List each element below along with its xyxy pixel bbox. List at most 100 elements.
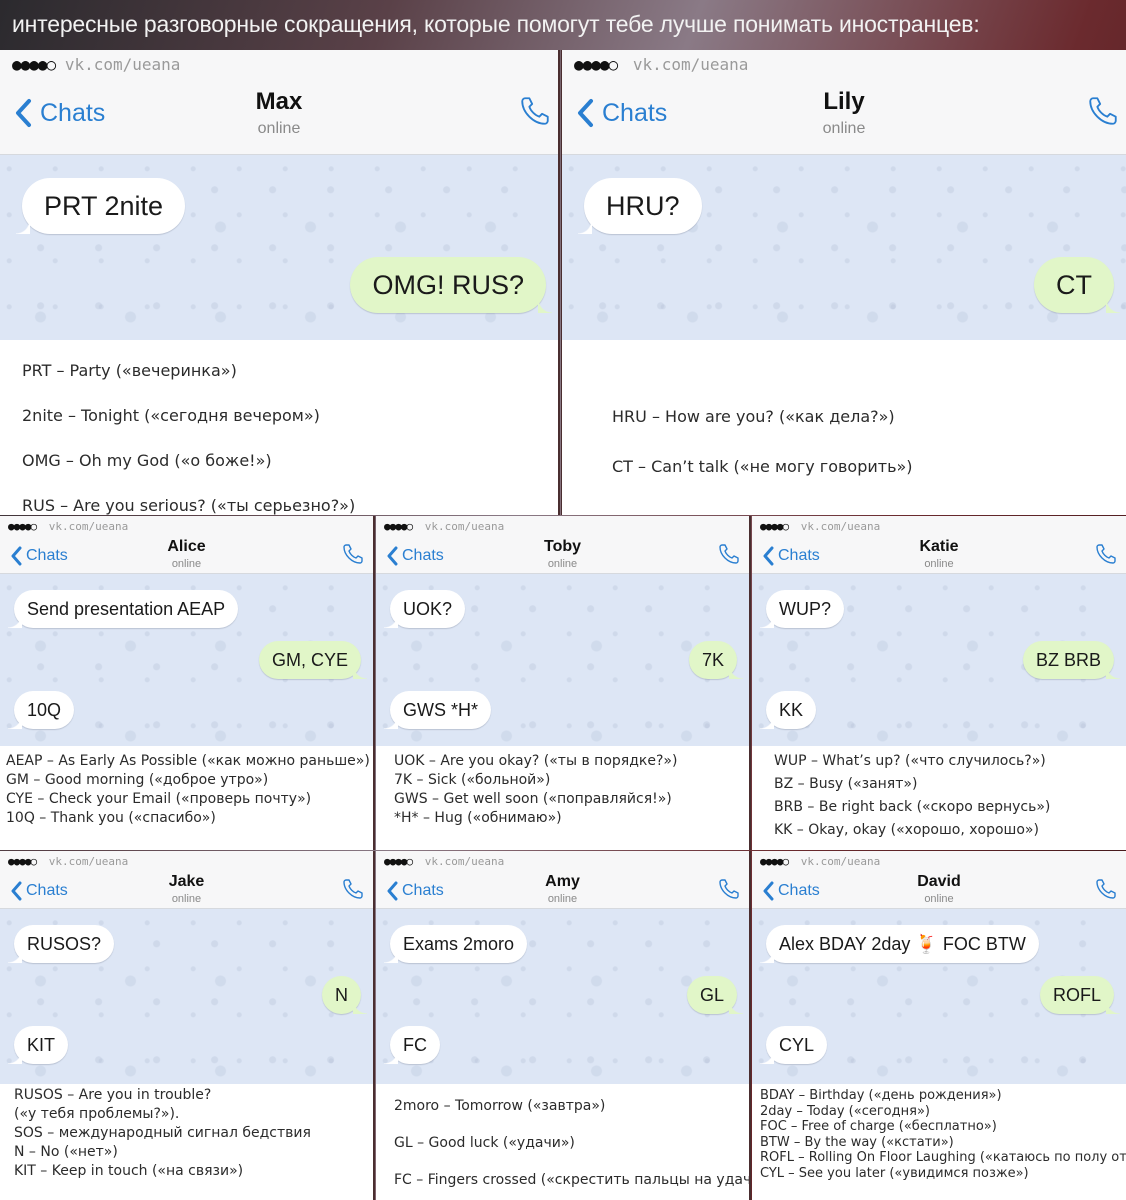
chat-panel-alice: ●●●●○ vk.com/ueana Chats Alice online Se… [0,516,375,850]
contact-name: Max [255,88,303,115]
message-outgoing: ROFL [1039,976,1121,1014]
message-incoming: HRU? [578,178,702,234]
message-incoming: KK [759,691,817,729]
signal-icon: ●●●●○ [8,855,37,868]
contact-status: online [171,558,202,570]
message-outgoing: CT [1034,257,1120,313]
signal-icon: ●●●●○ [574,55,618,74]
message-area: Exams 2moro GL FC [376,909,749,1084]
message-area: RUSOS? N KIT [0,909,373,1084]
phone-icon [343,879,363,899]
status-bar: ●●●●○ vk.com/ueana [562,50,1126,80]
message-incoming: PRT 2nite [15,178,186,234]
glossary-item: GL – Good luck («удачи») [394,1135,575,1151]
call-button[interactable] [717,542,741,571]
glossary-item: RUS – Are you serious? («ты серьезно?») [22,496,356,515]
nav-bar: Chats Jake online [0,873,373,909]
message-outgoing: GM, CYE [258,641,368,679]
call-button[interactable] [1094,542,1118,571]
glossary: HRU – How are you? («как дела?») CT – Ca… [562,340,1126,515]
contact-status: online [257,120,301,137]
glossary-item: AEAP – As Early As Possible («как можно … [6,753,370,769]
message-outgoing: 7K [688,641,744,679]
glossary-item: CYL – See you later («увидимся позже») [760,1165,1029,1181]
call-button[interactable] [341,542,365,571]
glossary-item: N – No («нет») [14,1144,118,1160]
message-area: UOK? 7K GWS *H* [376,574,749,746]
glossary-item: KIT – Keep in touch («на связи») [14,1163,244,1179]
nav-bar: Chats Toby online [376,538,749,574]
nav-bar: Chats Max online [0,80,558,155]
call-button[interactable] [1094,877,1118,906]
glossary-item: UOK – Are you okay? («ты в порядке?») [394,753,678,769]
message-incoming: KIT [7,1026,69,1064]
status-bar: ●●●●○ vk.com/ueana [752,851,1126,873]
glossary-item: BDAY – Birthday («день рождения») [760,1088,1002,1103]
glossary-item: *H* – Hug («обнимаю») [394,810,562,826]
message-outgoing: BZ BRB [1022,641,1121,679]
call-button[interactable] [717,877,741,906]
page-title: интересные разговорные сокращения, котор… [12,11,980,37]
chat-panel-max: ●●●●○ vk.com/ueana Chats Max online PRT … [0,50,560,515]
contact-status: online [924,893,954,905]
contact-name: Alice [167,538,206,555]
status-url: vk.com/ueana [424,855,505,868]
status-url: vk.com/ueana [800,520,881,533]
signal-icon: ●●●●○ [384,520,413,533]
phone-icon [343,544,363,564]
glossary: RUSOS – Are you in trouble? («у тебя проб… [0,1084,373,1200]
call-button[interactable] [341,877,365,906]
contact-status: online [547,893,578,905]
glossary: PRT – Party («вечеринка») 2nite – Tonigh… [0,340,558,515]
message-area: WUP? BZ BRB KK [752,574,1126,746]
chat-panel-david: ●●●●○ vk.com/ueana Chats David online Al… [752,851,1126,1200]
call-button[interactable] [518,94,552,133]
message-incoming: Alex BDAY 2day 🍹 FOC BTW [760,925,1039,963]
glossary: BDAY – Birthday («день рождения») 2day – … [752,1084,1126,1200]
contact-status: online [171,893,202,905]
glossary-item: GWS – Get well soon («поправляйся!») [394,791,672,807]
status-bar: ●●●●○ vk.com/ueana [0,50,558,80]
nav-bar: Chats Alice online [0,538,373,574]
nav-bar: Chats Lily online [562,80,1126,155]
phone-icon [719,879,739,899]
glossary-item: BTW – By the way («кстати») [760,1134,954,1150]
phone-icon [1096,544,1116,564]
nav-bar: Chats Amy online [376,873,749,909]
status-url: vk.com/ueana [48,855,129,868]
chat-panel-jake: ●●●●○ vk.com/ueana Chats Jake online RUS… [0,851,375,1200]
call-button[interactable] [1086,94,1120,133]
message-incoming: 10Q [7,691,75,729]
chat-panel-amy: ●●●●○ vk.com/ueana Chats Amy online Exam… [376,851,751,1200]
message-incoming: RUSOS? [7,925,115,963]
phone-icon [521,97,549,125]
glossary-item: GM – Good morning («доброе утро») [6,772,269,788]
message-incoming: FC [384,1026,440,1064]
nav-bar: Chats Katie online [752,538,1126,574]
signal-icon: ●●●●○ [12,55,56,74]
glossary-item: 2moro – Tomorrow («завтра») [394,1098,606,1114]
glossary-item: CT – Can’t talk («не могу говорить») [612,457,913,476]
message-incoming: WUP? [759,590,845,628]
status-bar: ●●●●○ vk.com/ueana [376,851,749,873]
chat-panel-katie: ●●●●○ vk.com/ueana Chats Katie online WU… [752,516,1126,850]
signal-icon: ●●●●○ [384,855,413,868]
glossary-item: KK – Okay, okay («хорошо, хорошо») [774,822,1039,838]
glossary-item: RUSOS – Are you in trouble? [14,1087,212,1103]
message-incoming: CYL [759,1026,828,1064]
message-incoming: Exams 2moro [383,925,528,963]
glossary-item: SOS – международный сигнал бедствия [14,1125,311,1141]
glossary-item: 10Q – Thank you («спасибо») [6,810,216,826]
glossary-item: FOC – Free of charge («бесплатно») [760,1119,997,1134]
signal-icon: ●●●●○ [8,520,37,533]
glossary-item: HRU – How are you? («как дела?») [612,407,895,426]
message-outgoing: GL [686,976,744,1014]
glossary-item: ROFL – Rolling On Floor Laughing («катаю… [760,1150,1126,1165]
glossary-item: 7K – Sick («больной») [394,772,551,788]
message-area: Send presentation AEAP GM, CYE 10Q [0,574,373,746]
message-outgoing: N [322,976,367,1014]
status-url: vk.com/ueana [48,520,129,533]
chat-panel-toby: ●●●●○ vk.com/ueana Chats Toby online UOK… [376,516,751,850]
phone-icon [1089,97,1117,125]
chat-panel-lily: ●●●●○ vk.com/ueana Chats Lily online HRU… [561,50,1126,515]
